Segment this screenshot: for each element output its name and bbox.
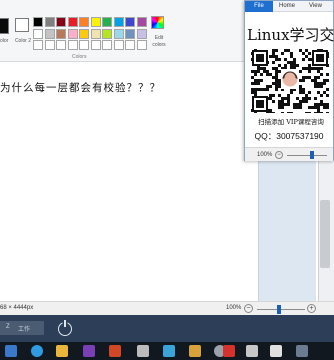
secondary-zoom-track[interactable] (287, 155, 327, 156)
media-icon[interactable] (189, 345, 201, 357)
app-icon[interactable] (163, 345, 175, 357)
view-menu-tab[interactable]: View (309, 1, 322, 12)
secondary-paint-window: File Home View Linux学习交 扫描添加 VIP课程咨询 QQ：… (244, 0, 334, 161)
ie-icon[interactable] (31, 345, 43, 357)
palette-swatch[interactable] (136, 28, 147, 39)
edit-colors-icon[interactable] (151, 16, 164, 29)
secondary-menubar: File Home View (245, 1, 333, 12)
work-button-label: 工作 (18, 327, 31, 333)
palette-swatch[interactable] (67, 28, 78, 39)
palette-swatch[interactable] (33, 28, 43, 39)
palette-swatch[interactable] (79, 17, 89, 27)
palette-swatch[interactable] (90, 17, 101, 27)
powerpoint-icon[interactable] (109, 345, 121, 357)
windows-start-icon[interactable] (5, 345, 17, 357)
palette-swatch[interactable] (44, 17, 55, 27)
start-menu-panel (0, 315, 334, 342)
secondary-zoom-level: 100% (257, 152, 273, 158)
palette-swatch[interactable] (113, 28, 124, 39)
overlay-title: Linux学习交 (247, 26, 334, 44)
settings-icon[interactable] (246, 345, 258, 357)
palette-swatch[interactable] (113, 17, 124, 27)
palette-swatch[interactable] (67, 40, 78, 50)
file-menu-tab[interactable]: File (245, 1, 273, 12)
palette-swatch[interactable] (90, 40, 101, 50)
secondary-status-bar: 100% − (245, 147, 333, 161)
overlay-caption: 扫描添加 VIP课程咨询 (258, 118, 324, 126)
palette-swatch[interactable] (125, 17, 135, 27)
status-bar: 68 × 4444px 100% − + (0, 301, 334, 315)
palette-swatch[interactable] (56, 17, 66, 27)
canvas-text: 为什么每一层都会有校验？？？ (0, 82, 161, 94)
notes-icon[interactable] (270, 345, 282, 357)
paint-icon[interactable] (137, 345, 149, 357)
palette-swatch[interactable] (102, 28, 112, 39)
palette-swatch[interactable] (44, 28, 55, 39)
visual-studio-icon[interactable] (83, 345, 95, 357)
palette-swatch[interactable] (102, 17, 112, 27)
palette-swatch[interactable] (56, 28, 66, 39)
palette-swatch[interactable] (56, 40, 66, 50)
palette-swatch[interactable] (113, 40, 124, 50)
zoom-slider-thumb[interactable] (277, 305, 281, 314)
paint-ribbon: olor Color 2 Edit colors Colors (0, 0, 245, 62)
image-dimensions: 68 × 4444px (0, 305, 34, 311)
palette-swatch[interactable] (125, 28, 135, 39)
zoom-level: 100% (226, 305, 242, 311)
palette-swatch[interactable] (79, 28, 89, 39)
edit-colors-label[interactable]: Edit colors (148, 35, 170, 49)
secondary-zoom-thumb[interactable] (310, 151, 314, 159)
secondary-zoom-out-button[interactable]: − (275, 151, 283, 159)
folder-icon[interactable] (56, 345, 68, 357)
palette-swatch[interactable] (33, 17, 43, 27)
colors-group-label: Colors (72, 54, 87, 60)
color-palette (33, 17, 148, 50)
work-button-prefix: Z (6, 324, 10, 330)
palette-swatch[interactable] (125, 40, 135, 50)
zoom-out-button[interactable]: − (244, 304, 253, 313)
color2-label: Color 2 (14, 38, 32, 44)
home-menu-tab[interactable]: Home (279, 1, 295, 12)
palette-swatch[interactable] (136, 40, 147, 50)
vertical-scrollbar-thumb[interactable] (320, 200, 330, 268)
pdf-icon[interactable] (223, 345, 235, 357)
zoom-in-button[interactable]: + (307, 304, 316, 313)
color1-swatch[interactable] (0, 18, 9, 34)
window-icon[interactable] (296, 345, 308, 357)
workspace-background (258, 160, 316, 301)
color2-swatch[interactable] (15, 18, 29, 32)
palette-swatch[interactable] (79, 40, 89, 50)
qr-code-image (251, 49, 329, 113)
palette-swatch[interactable] (33, 40, 43, 50)
paint-canvas[interactable] (0, 62, 258, 301)
palette-swatch[interactable] (136, 17, 147, 27)
palette-swatch[interactable] (90, 28, 101, 39)
palette-swatch[interactable] (102, 40, 112, 50)
zoom-slider-track[interactable] (257, 309, 305, 310)
color1-label: olor (0, 38, 9, 44)
power-icon[interactable] (58, 320, 72, 336)
palette-swatch[interactable] (67, 17, 78, 27)
overlay-qq-number: QQ：3007537190 (254, 131, 324, 141)
palette-swatch[interactable] (44, 40, 55, 50)
